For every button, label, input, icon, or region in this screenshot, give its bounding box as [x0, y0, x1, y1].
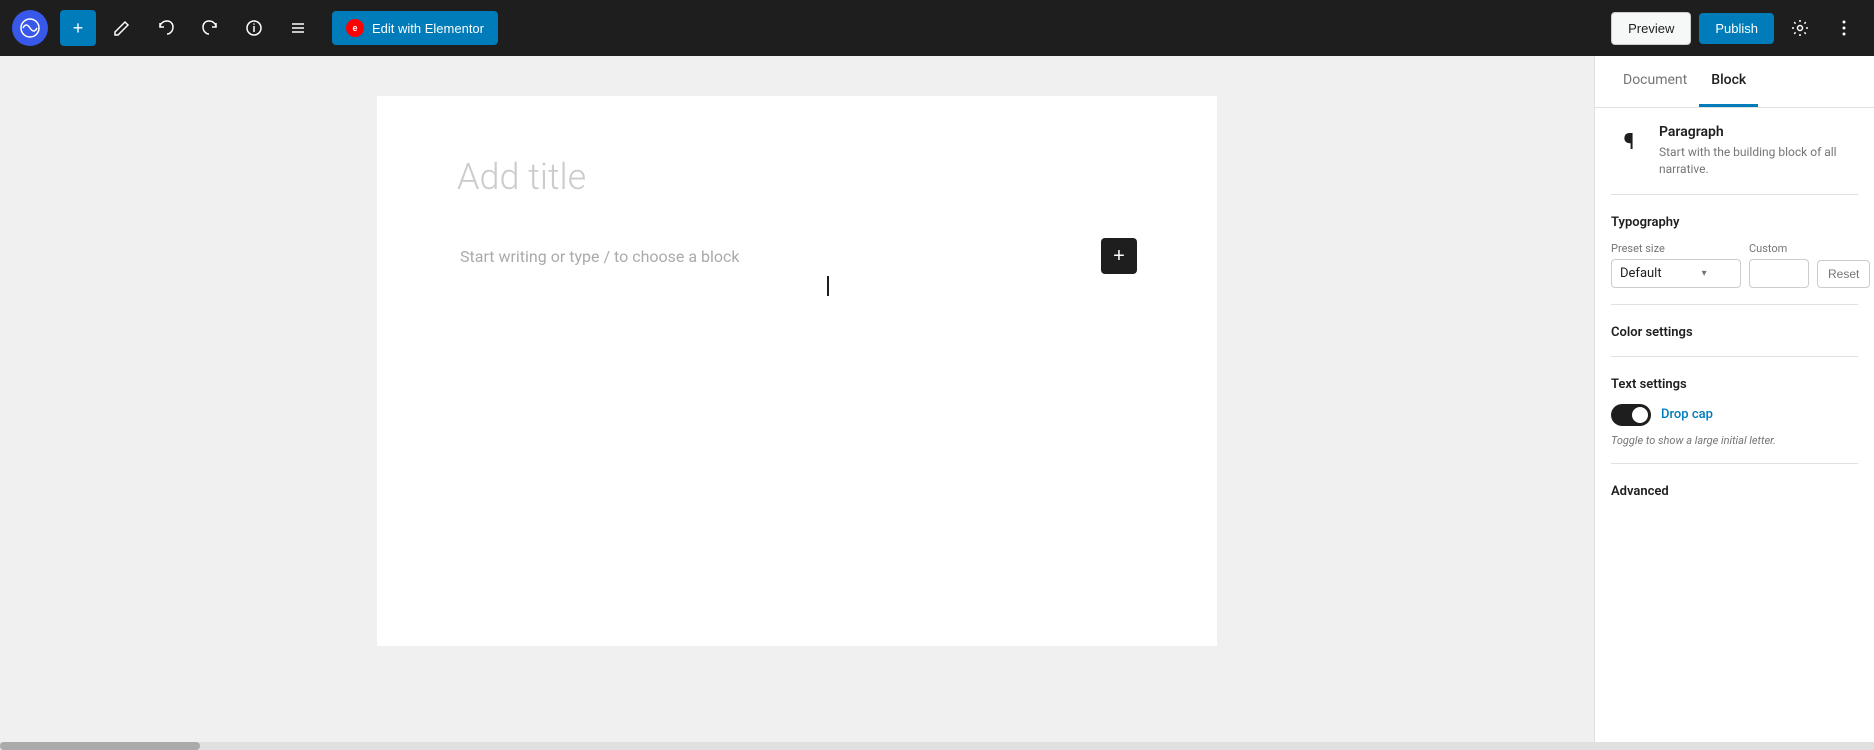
elementor-btn-label: Edit with Elementor [372, 21, 484, 36]
tab-block[interactable]: Block [1699, 56, 1758, 107]
redo-button[interactable] [192, 10, 228, 46]
undo-button[interactable] [148, 10, 184, 46]
preset-size-label: Preset size [1611, 242, 1741, 255]
toolbar-right: Preview Publish [1611, 10, 1862, 46]
custom-size-input[interactable] [1749, 259, 1809, 288]
typography-header: Typography [1611, 215, 1858, 230]
settings-button[interactable] [1782, 10, 1818, 46]
add-block-inline-button[interactable]: + [1101, 238, 1137, 274]
color-settings-section: Color settings [1611, 304, 1858, 340]
info-icon [245, 19, 263, 37]
block-placeholder-row[interactable]: Start writing or type / to choose a bloc… [457, 230, 1137, 282]
redo-icon [201, 19, 219, 37]
drop-cap-row: Drop cap [1611, 404, 1858, 426]
toolbar: + e Edit with El [0, 0, 1874, 56]
preset-size-row: Preset size Default ▾ Custom Reset [1611, 242, 1858, 288]
undo-icon [157, 19, 175, 37]
wp-logo[interactable] [12, 10, 48, 46]
pencil-icon [113, 19, 131, 37]
paragraph-icon: ¶ [1611, 124, 1647, 160]
list-view-button[interactable] [280, 10, 316, 46]
text-settings-header: Text settings [1611, 377, 1858, 392]
block-info-title: Paragraph [1659, 124, 1858, 140]
chevron-down-icon: ▾ [1702, 268, 1707, 279]
settings-icon [1791, 19, 1809, 37]
edit-pencil-button[interactable] [104, 10, 140, 46]
sidebar-tabs: Document Block [1595, 56, 1874, 108]
more-dots-icon [1842, 19, 1846, 37]
scrollbar-thumb [0, 742, 200, 750]
preset-select-value: Default [1620, 266, 1662, 281]
toggle-knob [1632, 407, 1648, 423]
add-block-toolbar-button[interactable]: + [60, 10, 96, 46]
reset-button[interactable]: Reset [1817, 260, 1870, 288]
editor-area[interactable]: Start writing or type / to choose a bloc… [0, 56, 1594, 742]
main-layout: Start writing or type / to choose a bloc… [0, 56, 1874, 742]
custom-label: Custom [1749, 242, 1809, 255]
drop-cap-toggle[interactable] [1611, 404, 1651, 426]
preset-size-col: Preset size Default ▾ [1611, 242, 1741, 288]
drop-cap-label: Drop cap [1661, 407, 1713, 422]
plus-icon: + [73, 18, 84, 39]
post-title-input[interactable] [457, 156, 1137, 198]
tab-document[interactable]: Document [1611, 56, 1699, 107]
info-button[interactable] [236, 10, 272, 46]
color-settings-header: Color settings [1611, 325, 1858, 340]
preview-button[interactable]: Preview [1611, 12, 1691, 45]
block-info: ¶ Paragraph Start with the building bloc… [1611, 124, 1858, 195]
sidebar: Document Block ¶ Paragraph Start with th… [1594, 56, 1874, 742]
advanced-header: Advanced [1611, 484, 1858, 499]
elementor-icon: e [346, 19, 364, 37]
horizontal-scrollbar[interactable] [0, 742, 1874, 750]
list-icon [289, 19, 307, 37]
more-options-button[interactable] [1826, 10, 1862, 46]
plus-icon-inline: + [1113, 245, 1125, 268]
block-placeholder-text: Start writing or type / to choose a bloc… [460, 247, 740, 266]
custom-size-col: Custom [1749, 242, 1809, 288]
publish-button[interactable]: Publish [1699, 13, 1774, 44]
block-info-text: Paragraph Start with the building block … [1659, 124, 1858, 178]
text-cursor [827, 276, 829, 296]
typography-section: Typography Preset size Default ▾ Custom … [1611, 215, 1858, 288]
preset-size-select[interactable]: Default ▾ [1611, 259, 1741, 288]
sidebar-content: ¶ Paragraph Start with the building bloc… [1595, 108, 1874, 742]
text-settings-section: Text settings Drop cap Toggle to show a … [1611, 356, 1858, 447]
advanced-section: Advanced [1611, 463, 1858, 499]
drop-cap-description: Toggle to show a large initial letter. [1611, 434, 1858, 447]
edit-with-elementor-button[interactable]: e Edit with Elementor [332, 11, 498, 45]
block-info-desc: Start with the building block of all nar… [1659, 144, 1858, 178]
editor-inner: Start writing or type / to choose a bloc… [377, 96, 1217, 646]
